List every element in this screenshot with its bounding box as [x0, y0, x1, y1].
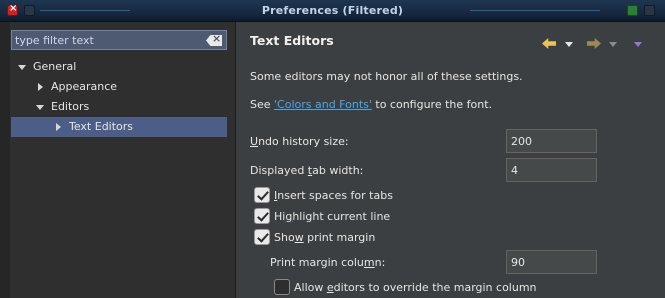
mnemonic-letter: e	[326, 281, 334, 294]
window-title: Preferences (Filtered)	[261, 4, 404, 17]
tree-item-text-editors[interactable]: Text Editors	[11, 117, 227, 137]
page-title: Text Editors	[250, 33, 334, 48]
clear-filter-icon[interactable]	[206, 35, 222, 46]
colors-and-fonts-link[interactable]: 'Colors and Fonts'	[274, 98, 372, 111]
font-hint: See 'Colors and Fonts' to configure the …	[250, 98, 492, 111]
font-hint-suffix: to configure the font.	[371, 98, 493, 111]
tree-item-label: Text Editors	[69, 120, 134, 133]
margin-column-input[interactable]	[507, 251, 596, 273]
margin-column-field[interactable]	[506, 250, 597, 274]
filter-box[interactable]	[11, 30, 227, 50]
tree-item-label: Appearance	[51, 80, 118, 93]
minimize-window-icon[interactable]	[644, 5, 655, 16]
label-text: Hi	[274, 210, 286, 223]
preference-page: Text Editors Some editors may not honor …	[237, 22, 665, 298]
expanded-arrow-icon[interactable]	[36, 105, 44, 110]
mnemonic-letter: m	[363, 256, 375, 269]
undo-history-input[interactable]	[507, 130, 596, 152]
label-text: hlight current line	[292, 210, 391, 223]
allow-override-checkbox[interactable]	[274, 279, 290, 295]
label-text: Sho	[274, 231, 295, 244]
label-text: print margin	[303, 231, 376, 244]
undo-history-label: Undo history size:	[250, 135, 349, 148]
title-bar: Preferences (Filtered)	[0, 0, 665, 22]
collapsed-arrow-icon[interactable]	[56, 123, 61, 131]
tree-item-editors[interactable]: Editors	[11, 97, 227, 117]
collapsed-arrow-icon[interactable]	[38, 83, 43, 91]
label-text: ndo history size:	[258, 135, 349, 148]
view-menu-icon[interactable]	[634, 42, 642, 47]
highlight-line-label[interactable]: Highlight current line	[274, 210, 390, 223]
back-arrow-icon[interactable]	[542, 38, 556, 49]
label-text: ditors to override the margin column	[333, 281, 537, 294]
label-text: Allow	[294, 281, 327, 294]
window-frame	[0, 22, 10, 298]
label-text: Displayed	[250, 164, 308, 177]
insert-spaces-checkbox[interactable]	[254, 187, 270, 203]
label-text: nsert spaces for tabs	[277, 189, 393, 202]
tab-width-label: Displayed tab width:	[250, 164, 363, 177]
highlight-line-checkbox[interactable]	[254, 208, 270, 224]
insert-spaces-label[interactable]: Insert spaces for tabs	[274, 189, 393, 202]
print-margin-checkbox[interactable]	[254, 229, 270, 245]
back-history-dropdown-icon[interactable]	[565, 42, 573, 47]
margin-column-label: Print margin column:	[270, 256, 385, 269]
label-text: Print margin colu	[270, 256, 364, 269]
navigation-toolbar	[540, 36, 660, 52]
preferences-tree: General Appearance Editors Text Editors	[11, 57, 227, 137]
tab-width-input[interactable]	[507, 159, 596, 181]
forward-history-dropdown-icon[interactable]	[609, 42, 617, 47]
expanded-arrow-icon[interactable]	[18, 65, 26, 70]
tab-width-field[interactable]	[506, 158, 597, 182]
print-margin-label[interactable]: Show print margin	[274, 231, 375, 244]
tree-item-general[interactable]: General	[11, 57, 227, 77]
tree-item-appearance[interactable]: Appearance	[11, 77, 227, 97]
preferences-tree-pane: General Appearance Editors Text Editors	[0, 22, 236, 298]
undo-history-field[interactable]	[506, 129, 597, 153]
tree-item-label: General	[33, 60, 77, 73]
allow-override-label[interactable]: Allow editors to override the margin col…	[294, 281, 537, 294]
mnemonic-letter: U	[250, 135, 259, 148]
forward-arrow-icon[interactable]	[587, 38, 601, 49]
label-text: n:	[374, 256, 386, 269]
tree-item-label: Editors	[51, 100, 90, 113]
filter-input[interactable]	[15, 33, 195, 47]
mnemonic-letter: w	[294, 231, 304, 244]
settings-note: Some editors may not honor all of these …	[250, 70, 523, 83]
font-hint-prefix: See	[250, 98, 275, 111]
label-text: ab width:	[312, 164, 364, 177]
maximize-window-icon[interactable]	[627, 5, 638, 16]
